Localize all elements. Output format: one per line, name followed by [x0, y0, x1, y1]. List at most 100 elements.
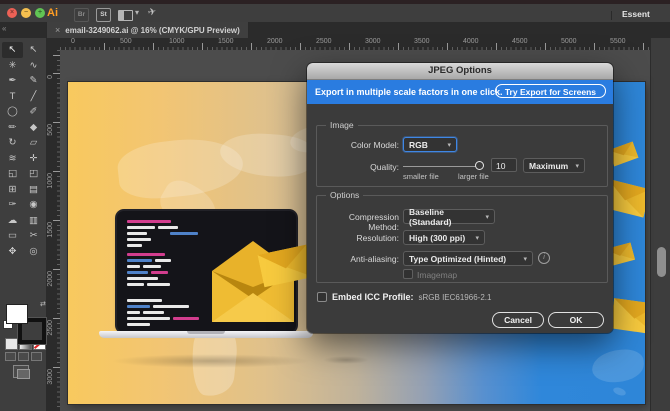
anti-aliasing-dropdown[interactable]: Type Optimized (Hinted) ▾ — [403, 251, 533, 266]
tab-close-icon[interactable]: × — [55, 25, 60, 35]
anti-aliasing-label: Anti-aliasing: — [317, 254, 399, 264]
code-line — [127, 283, 144, 286]
embed-icc-checkbox[interactable] — [317, 292, 327, 302]
line-segment-tool[interactable]: ╱ — [23, 89, 44, 105]
collapse-panel-icon[interactable]: « — [2, 24, 6, 33]
cancel-button[interactable]: Cancel — [492, 312, 544, 328]
hand-tool[interactable]: ✥ — [2, 244, 23, 260]
code-line — [127, 265, 140, 268]
quality-slider-knob[interactable] — [475, 161, 484, 170]
code-line — [127, 259, 152, 262]
info-icon[interactable]: i — [538, 252, 550, 264]
fill-color-swatch[interactable] — [6, 304, 28, 324]
ok-button[interactable]: OK — [548, 312, 604, 328]
quality-label: Quality: — [317, 162, 399, 172]
stock-icon[interactable]: St — [96, 8, 111, 22]
scale-tool[interactable]: ▱ — [23, 135, 44, 151]
code-line — [173, 317, 199, 320]
symbol-sprayer-tool[interactable]: ☁ — [2, 213, 23, 229]
eyedropper-tool[interactable]: ✑ — [2, 197, 23, 213]
swap-fill-stroke-icon[interactable]: ⇄ — [40, 300, 46, 308]
zoom-tool[interactable]: ◎ — [23, 244, 44, 260]
code-line — [127, 226, 155, 229]
draw-normal-button[interactable] — [5, 352, 16, 361]
mesh-tool[interactable]: ⊞ — [2, 182, 23, 198]
chevron-down-icon[interactable]: ▾ — [135, 8, 139, 17]
ellipse-tool[interactable]: ◯ — [2, 104, 23, 120]
artboard-tool[interactable]: ▭ — [2, 228, 23, 244]
compression-method-label: Compression Method: — [317, 212, 399, 232]
chevron-down-icon: ▾ — [447, 141, 451, 149]
code-line — [127, 244, 142, 247]
close-window-button[interactable]: × — [7, 8, 17, 18]
type-tool[interactable]: T — [2, 89, 23, 105]
paintbrush-tool[interactable]: ✐ — [23, 104, 44, 120]
shaper-tool[interactable]: ◆ — [23, 120, 44, 136]
icc-profile-row: Embed ICC Profile: sRGB IEC61966-2.1 — [317, 292, 491, 302]
menubar: × − + Ai Br St ▾ ✈ Essent — [0, 4, 670, 23]
options-section-legend: Options — [326, 190, 363, 200]
right-panel-strip — [650, 38, 670, 411]
draw-behind-button[interactable] — [18, 352, 29, 361]
code-line — [147, 283, 170, 286]
zoom-window-button[interactable]: + — [35, 8, 45, 18]
vertical-ruler[interactable]: 050010001500200025003000 — [46, 50, 61, 411]
blend-tool[interactable]: ◉ — [23, 197, 44, 213]
code-line — [127, 305, 150, 308]
rotate-tool[interactable]: ↻ — [2, 135, 23, 151]
screen-mode-button[interactable] — [13, 365, 29, 378]
puppet-warp-tool[interactable]: ✛ — [23, 151, 44, 167]
perspective-grid-tool[interactable]: ◰ — [23, 166, 44, 182]
icc-profile-value: sRGB IEC61966-2.1 — [419, 293, 492, 302]
selection-tool[interactable]: ↖ — [2, 42, 23, 58]
quality-slider-track[interactable] — [403, 166, 479, 167]
code-line — [127, 323, 150, 326]
pencil-tool[interactable]: ✏ — [2, 120, 23, 136]
direct-selection-tool[interactable]: ↖ — [23, 42, 44, 58]
code-line — [127, 311, 140, 314]
vertical-scrollbar[interactable] — [657, 247, 666, 277]
v-ruler-label: 3000 — [47, 369, 54, 385]
v-ruler-label: 1000 — [47, 173, 54, 189]
resolution-dropdown[interactable]: High (300 ppi) ▾ — [403, 230, 485, 245]
h-ruler-label: 1500 — [218, 38, 234, 45]
resolution-label: Resolution: — [317, 233, 399, 243]
magic-wand-tool[interactable]: ✳ — [2, 58, 23, 74]
quality-value-field[interactable]: 10 — [491, 158, 517, 172]
curvature-tool[interactable]: ✎ — [23, 73, 44, 89]
pen-tool[interactable]: ✒ — [2, 73, 23, 89]
gradient-tool[interactable]: ▤ — [23, 182, 44, 198]
envelope-graphic — [610, 293, 645, 336]
column-graph-tool[interactable]: ▥ — [23, 213, 44, 229]
code-line — [127, 277, 158, 280]
workspace-switcher[interactable]: Essent — [622, 9, 650, 19]
code-line — [127, 299, 162, 302]
toolbar-tools: ↖↖✳∿✒✎T╱◯✐✏◆↻▱≋✛◱◰⊞▤✑◉☁▥▭✂✥◎ — [2, 42, 44, 259]
illustrator-window: × − + Ai Br St ▾ ✈ Essent « × email-3249… — [0, 0, 670, 411]
h-ruler-label: 1000 — [169, 38, 185, 45]
shape-builder-tool[interactable]: ◱ — [2, 166, 23, 182]
v-ruler-label: 1500 — [47, 222, 54, 238]
compression-method-dropdown[interactable]: Baseline (Standard) ▾ — [403, 209, 495, 224]
share-icon[interactable]: ✈ — [147, 6, 157, 19]
color-model-dropdown[interactable]: RGB ▾ — [403, 137, 457, 152]
h-ruler-label: 2500 — [316, 38, 332, 45]
code-line — [151, 271, 168, 274]
minimize-window-button[interactable]: − — [21, 8, 31, 18]
chevron-down-icon: ▾ — [475, 234, 479, 242]
bridge-icon[interactable]: Br — [74, 8, 89, 22]
draw-inside-button[interactable] — [31, 352, 42, 361]
width-tool[interactable]: ≋ — [2, 151, 23, 167]
arrange-documents-icon[interactable] — [118, 10, 133, 21]
quality-preset-dropdown[interactable]: Maximum ▾ — [523, 158, 585, 173]
color-button[interactable] — [5, 338, 18, 350]
try-export-for-screens-button[interactable]: Try Export for Screens — [495, 84, 606, 98]
laptop-base-graphic — [99, 331, 313, 338]
lasso-tool[interactable]: ∿ — [23, 58, 44, 74]
tab-title: email-3249062.ai @ 16% (CMYK/GPU Preview… — [65, 26, 240, 35]
slice-tool[interactable]: ✂ — [23, 228, 44, 244]
code-line — [127, 271, 148, 274]
imagemap-checkbox[interactable] — [403, 269, 413, 279]
code-line — [127, 232, 147, 235]
document-tab[interactable]: × email-3249062.ai @ 16% (CMYK/GPU Previ… — [46, 22, 249, 38]
